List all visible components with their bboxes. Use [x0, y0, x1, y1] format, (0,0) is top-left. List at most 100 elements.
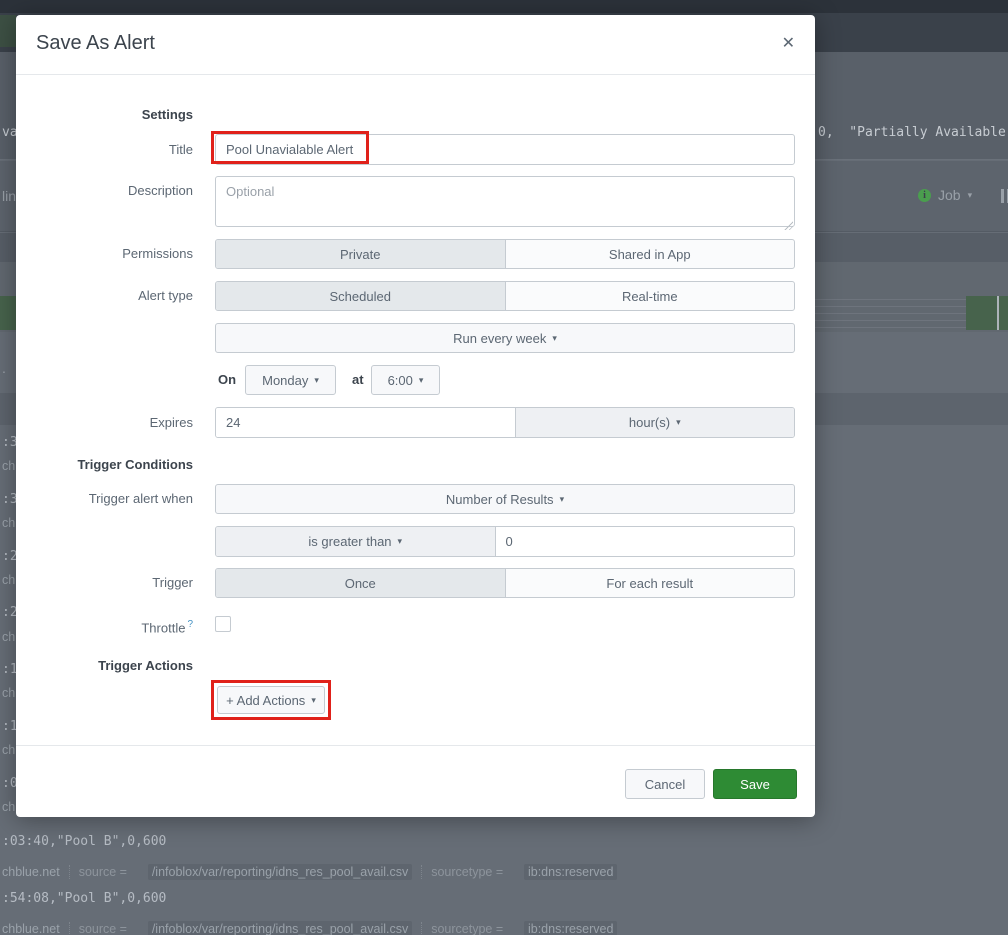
- event-fragment: ch: [2, 573, 15, 587]
- event-fragment: :3: [2, 492, 16, 507]
- sourcetype-value: ib:dns:reserved: [524, 921, 617, 935]
- source-value: /infoblox/var/reporting/idns_res_pool_av…: [148, 921, 412, 935]
- event-meta-row: chblue.net source = /infoblox/var/report…: [2, 915, 617, 935]
- top-nav-bar: [0, 0, 1008, 13]
- event-fragment: :2: [2, 549, 16, 564]
- dialog-footer: Cancel Save: [16, 745, 815, 817]
- timeline-bar: [999, 296, 1008, 330]
- app-logo-fragment: [0, 15, 16, 47]
- throttle-checkbox[interactable]: [215, 616, 231, 632]
- event-fragment: :3: [2, 435, 16, 450]
- chevron-down-icon: ▾: [560, 494, 565, 505]
- chevron-down-icon: ▾: [311, 695, 316, 706]
- event-fragment: :1: [2, 662, 16, 677]
- sourcetype-label: sourcetype =: [431, 922, 503, 935]
- comparison-threshold-input[interactable]: 0: [496, 527, 795, 556]
- trigger-label: Trigger: [16, 568, 193, 598]
- job-info-icon: i: [918, 189, 931, 202]
- title-input[interactable]: [215, 134, 795, 165]
- comparison-operator-dropdown[interactable]: is greater than ▾: [216, 527, 496, 556]
- event-fragment: :2: [2, 605, 16, 620]
- section-trigger-conditions: Trigger Conditions: [16, 457, 193, 472]
- event-raw-text: :54:08,"Pool B",0,600: [2, 891, 166, 906]
- dialog-title: Save As Alert: [36, 32, 155, 55]
- event-fragment: chb: [2, 630, 16, 644]
- on-label: On: [218, 365, 236, 395]
- chevron-down-icon: ▾: [968, 190, 973, 201]
- chevron-down-icon: ▾: [552, 333, 557, 344]
- trigger-when-value: Number of Results: [446, 492, 554, 507]
- alert-type-label: Alert type: [16, 281, 193, 311]
- comparison-operator-value: is greater than: [308, 534, 391, 549]
- save-button[interactable]: Save: [713, 769, 797, 799]
- permissions-option-private[interactable]: Private: [216, 240, 506, 268]
- trigger-when-dropdown[interactable]: Number of Results ▾: [215, 484, 795, 514]
- description-textarea[interactable]: [215, 176, 795, 227]
- timeline-bar: [966, 296, 997, 330]
- comparison-control: is greater than ▾ 0: [215, 526, 795, 557]
- event-fragment: chb: [2, 516, 16, 530]
- expires-control: 24 hour(s) ▾: [215, 407, 795, 438]
- chevron-down-icon: ▾: [676, 417, 681, 428]
- source-value: /infoblox/var/reporting/idns_res_pool_av…: [148, 864, 412, 880]
- run-every-value: Run every week: [453, 331, 546, 346]
- event-raw-text: :03:40,"Pool B",0,600: [2, 834, 166, 849]
- add-actions-button[interactable]: + Add Actions ▾: [217, 686, 325, 714]
- event-fragment: ch: [2, 686, 15, 700]
- throttle-label: Throttle?: [16, 616, 193, 636]
- toolbar-fragment: lin: [2, 188, 16, 204]
- trigger-option-each-result[interactable]: For each result: [506, 569, 795, 597]
- expires-input[interactable]: 24: [216, 408, 515, 437]
- at-label: at: [352, 365, 364, 395]
- close-icon[interactable]: ✕: [782, 33, 795, 53]
- event-fragment: :0: [2, 776, 16, 791]
- permissions-label: Permissions: [16, 239, 193, 269]
- time-value: 6:00: [388, 373, 413, 388]
- chevron-down-icon: ▾: [314, 375, 319, 386]
- event-host: chblue.net: [2, 922, 60, 935]
- trigger-option-once[interactable]: Once: [216, 569, 506, 597]
- event-meta-row: chblue.net source = /infoblox/var/report…: [2, 858, 617, 886]
- expires-unit-dropdown[interactable]: hour(s) ▾: [515, 408, 795, 437]
- sourcetype-value: ib:dns:reserved: [524, 864, 617, 880]
- cancel-button[interactable]: Cancel: [625, 769, 705, 799]
- search-query-fragment-right: 0, "Partially Available") |: [818, 125, 1008, 140]
- source-label: source =: [79, 865, 127, 879]
- event-host: chblue.net: [2, 865, 60, 879]
- time-dropdown[interactable]: 6:00 ▾: [371, 365, 440, 395]
- job-menu: i Job ▾: [918, 187, 972, 203]
- title-label: Title: [16, 134, 193, 165]
- description-label: Description: [16, 176, 193, 206]
- help-icon[interactable]: ?: [187, 619, 193, 630]
- sourcetype-label: sourcetype =: [431, 865, 503, 879]
- day-dropdown[interactable]: Monday ▾: [245, 365, 336, 395]
- event-fragment: chb: [2, 743, 16, 757]
- controls-fragment: .: [2, 360, 6, 376]
- trigger-when-label: Trigger alert when: [16, 484, 193, 514]
- timeline-bar: [0, 296, 16, 330]
- save-as-alert-dialog: Save As Alert ✕ Settings Title Descripti…: [16, 15, 815, 817]
- add-actions-label: + Add Actions: [226, 693, 305, 708]
- section-settings: Settings: [16, 107, 193, 122]
- expires-unit-value: hour(s): [629, 415, 670, 430]
- alert-type-option-scheduled[interactable]: Scheduled: [216, 282, 506, 310]
- expires-label: Expires: [16, 407, 193, 438]
- chevron-down-icon: ▾: [419, 375, 424, 386]
- chevron-down-icon: ▾: [398, 536, 403, 547]
- permissions-option-shared[interactable]: Shared in App: [506, 240, 795, 268]
- section-trigger-actions: Trigger Actions: [16, 658, 193, 673]
- event-fragment: ch: [2, 800, 15, 814]
- dialog-header: Save As Alert ✕: [16, 15, 815, 75]
- alert-type-toggle: Scheduled Real-time: [215, 281, 795, 311]
- day-value: Monday: [262, 373, 308, 388]
- run-every-dropdown[interactable]: Run every week ▾: [215, 323, 795, 353]
- trigger-toggle: Once For each result: [215, 568, 795, 598]
- source-label: source =: [79, 922, 127, 935]
- permissions-toggle: Private Shared in App: [215, 239, 795, 269]
- event-fragment: :1: [2, 719, 16, 734]
- alert-type-option-realtime[interactable]: Real-time: [506, 282, 795, 310]
- event-fragment: ch: [2, 459, 15, 473]
- screen: vai 0, "Partially Available") | lin i Jo…: [0, 0, 1008, 935]
- job-menu-label: Job: [938, 187, 961, 203]
- pause-icon: [1001, 189, 1008, 203]
